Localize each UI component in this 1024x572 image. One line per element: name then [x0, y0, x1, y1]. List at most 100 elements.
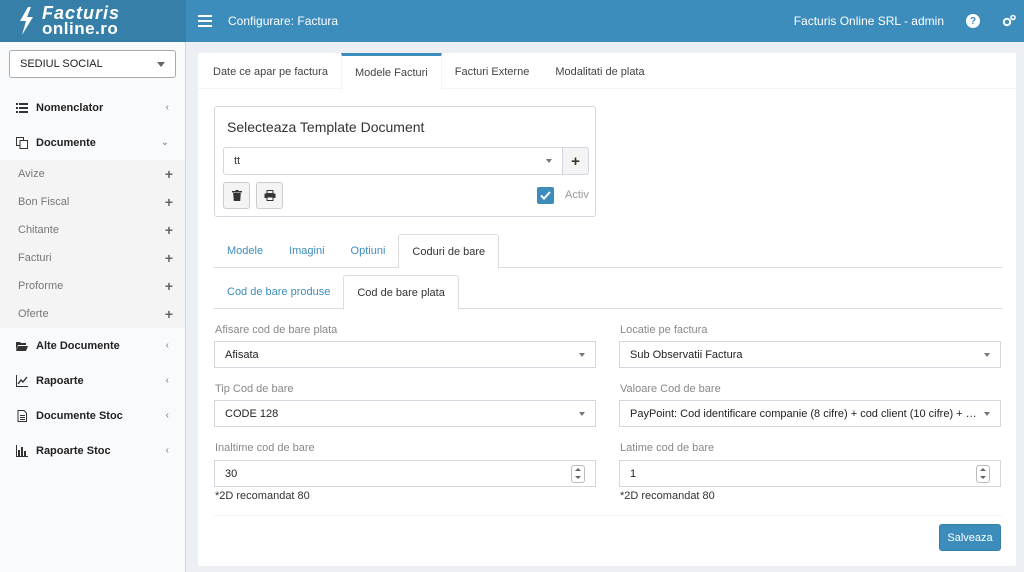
plus-icon[interactable]: + [165, 222, 173, 238]
tip-cod-select-value: CODE 128 [225, 407, 279, 420]
tab-facturi-externe[interactable]: Facturi Externe [442, 53, 543, 88]
file-text-icon [17, 409, 27, 422]
plus-icon[interactable]: + [165, 278, 173, 294]
locatie-select-value: Sub Observatii Factura [630, 348, 743, 361]
tab-modalitati-plata[interactable]: Modalitati de plata [542, 53, 657, 88]
add-template-button[interactable]: + [563, 147, 589, 175]
brand-logo[interactable]: Facturis online.ro [0, 0, 186, 42]
afisare-select-value: Afisata [225, 348, 259, 361]
number-spinner-icon[interactable] [571, 464, 585, 483]
sidebar-item-alte-documente[interactable]: Alte Documente ‹ [0, 328, 185, 363]
locatie-label: Locatie pe factura [620, 324, 708, 336]
tab-imagini[interactable]: Imagini [276, 234, 337, 267]
cogs-icon[interactable] [1002, 14, 1016, 28]
latime-input-value: 1 [630, 467, 637, 480]
print-template-button[interactable] [256, 182, 283, 209]
chevron-down-icon [579, 352, 585, 357]
active-checkbox[interactable] [537, 187, 554, 204]
subitem-label: Avize [18, 168, 45, 180]
location-select[interactable]: SEDIUL SOCIAL [9, 50, 176, 78]
save-button[interactable]: Salveaza [939, 524, 1001, 551]
sidebar-item-label: Documente Stoc [36, 409, 123, 422]
plus-icon[interactable]: + [165, 250, 173, 266]
chevron-down-icon [579, 411, 585, 416]
location-select-value: SEDIUL SOCIAL [20, 58, 103, 70]
afisare-select[interactable]: Afisata [214, 341, 596, 368]
chevron-left-icon: ‹ [165, 445, 169, 456]
chevron-down-icon [546, 159, 552, 163]
template-selector-title: Selecteaza Template Document [227, 119, 425, 135]
sidebar-subitem-chitante[interactable]: Chitante + [0, 216, 185, 244]
tab-cod-bare-produse[interactable]: Cod de bare produse [214, 275, 343, 308]
sidebar-item-documente-stoc[interactable]: Documente Stoc ‹ [0, 398, 185, 433]
template-select[interactable]: tt [223, 147, 563, 175]
plus-icon[interactable]: + [165, 166, 173, 182]
form-divider [214, 515, 1002, 516]
menu-toggle-icon[interactable] [198, 15, 212, 27]
sidebar-subitem-proforme[interactable]: Proforme + [0, 272, 185, 300]
sidebar-item-documente[interactable]: Documente ⌄ [0, 125, 185, 160]
logo-mark-icon [20, 7, 33, 35]
chevron-down-icon [984, 352, 990, 357]
delete-template-button[interactable] [223, 182, 250, 209]
template-sub-tabs: Modele Imagini Optiuni Coduri de bare [214, 234, 1002, 269]
number-spinner-icon[interactable] [976, 464, 990, 483]
valoare-label: Valoare Cod de bare [620, 383, 721, 395]
sidebar-item-nomenclator[interactable]: Nomenclator ‹ [0, 90, 185, 125]
tab-modele[interactable]: Modele [214, 234, 276, 267]
inaltime-hint: *2D recomandat 80 [215, 490, 310, 502]
inaltime-input[interactable]: 30 [214, 460, 596, 487]
inaltime-label: Inaltime cod de bare [215, 442, 315, 454]
print-icon [264, 190, 275, 201]
sidebar-item-label: Documente [36, 136, 96, 149]
main-panel: Date ce apar pe factura Modele Facturi F… [198, 53, 1016, 566]
check-icon [540, 191, 551, 200]
tip-cod-select[interactable]: CODE 128 [214, 400, 596, 427]
tab-optiuni[interactable]: Optiuni [338, 234, 399, 267]
latime-hint: *2D recomandat 80 [620, 490, 715, 502]
tip-label: Tip Cod de bare [215, 383, 294, 395]
latime-input[interactable]: 1 [619, 460, 1001, 487]
tab-cod-bare-plata[interactable]: Cod de bare plata [343, 275, 459, 310]
sidebar-item-label: Rapoarte [36, 374, 84, 387]
plus-icon[interactable]: + [165, 306, 173, 322]
sidebar-subitem-facturi[interactable]: Facturi + [0, 244, 185, 272]
sidebar-subitem-avize[interactable]: Avize + [0, 160, 185, 188]
list-icon [16, 102, 28, 113]
inaltime-input-value: 30 [225, 467, 238, 480]
bar-chart-icon [16, 444, 28, 457]
subitem-label: Facturi [18, 252, 52, 264]
tab-coduri-de-bare[interactable]: Coduri de bare [398, 234, 500, 269]
chevron-down-icon: ⌄ [160, 137, 169, 148]
sidebar-subitem-bon-fiscal[interactable]: Bon Fiscal + [0, 188, 185, 216]
sidebar-subitem-oferte[interactable]: Oferte + [0, 300, 185, 328]
valoare-select[interactable]: PayPoint: Cod identificare companie (8 c… [619, 400, 1001, 427]
page-title: Configurare: Factura [228, 14, 339, 28]
valoare-select-value: PayPoint: Cod identificare companie (8 c… [630, 407, 978, 420]
tab-modele-facturi[interactable]: Modele Facturi [340, 53, 442, 90]
plus-icon[interactable]: + [165, 194, 173, 210]
help-icon[interactable]: ? [966, 14, 980, 28]
navbar: Configurare: Factura Facturis Online SRL… [186, 0, 1024, 42]
main-tabs: Date ce apar pe factura Modele Facturi F… [198, 53, 1016, 90]
brand-line2: online.ro [42, 19, 119, 38]
top-header: Facturis online.ro Configurare: Factura … [0, 0, 1024, 42]
copy-icon [16, 136, 28, 149]
chevron-down-icon [157, 61, 165, 67]
documente-submenu: Avize + Bon Fiscal + Chitante + Facturi + Pr… [0, 160, 185, 328]
sidebar-item-label: Alte Documente [36, 339, 120, 352]
locatie-select[interactable]: Sub Observatii Factura [619, 341, 1001, 368]
line-chart-icon [16, 374, 28, 387]
chevron-left-icon: ‹ [165, 340, 169, 351]
trash-icon [231, 190, 242, 201]
chevron-down-icon [984, 411, 990, 416]
user-menu[interactable]: Facturis Online SRL - admin [794, 14, 944, 28]
folder-open-icon [16, 341, 28, 351]
tab-date-factura[interactable]: Date ce apar pe factura [200, 53, 341, 88]
chevron-left-icon: ‹ [165, 375, 169, 386]
active-checkbox-label: Activ [565, 189, 589, 201]
chevron-left-icon: ‹ [165, 410, 169, 421]
sidebar-item-rapoarte-stoc[interactable]: Rapoarte Stoc ‹ [0, 433, 185, 468]
sidebar-item-label: Nomenclator [36, 101, 104, 114]
sidebar-item-rapoarte[interactable]: Rapoarte ‹ [0, 363, 185, 398]
